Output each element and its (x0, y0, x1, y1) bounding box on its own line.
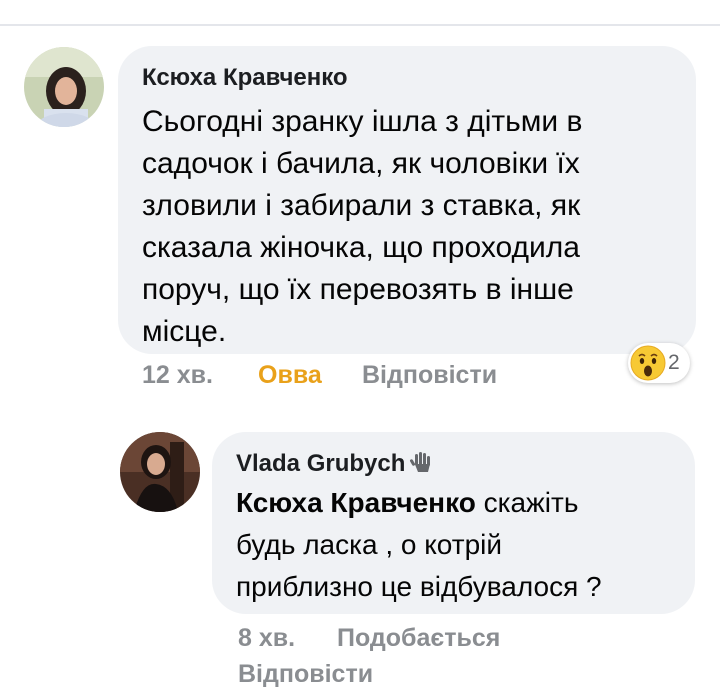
reply-author[interactable]: Vlada Grubych (236, 450, 433, 481)
comment-text-line: місце. (142, 315, 227, 348)
comment-text-line: поруч, що їх перевозять в інше (142, 273, 574, 306)
comment-text: Сьогодні зранку ішла з дітьми в садочок … (142, 101, 582, 353)
wow-emoji-icon (630, 345, 666, 386)
mention-link[interactable]: Ксюха Кравченко (236, 487, 476, 518)
comment-text-line: садочок і бачила, як чоловіки їх (142, 147, 580, 180)
avatar[interactable] (120, 432, 200, 512)
reply-bubble: Vlada Grubych Ксюха Кравченко скажіть бу… (212, 432, 695, 614)
reply-timestamp: 8 хв. (238, 624, 296, 652)
reply-text-line: будь ласка , о котрій (236, 529, 503, 560)
comment-author[interactable]: Ксюха Кравченко (142, 64, 348, 92)
reply-button[interactable]: Відповісти (238, 660, 373, 689)
comment-text-line: зловили і забирали з ставка, як (142, 189, 581, 222)
hand-wave-icon (409, 450, 433, 481)
avatar[interactable] (24, 47, 104, 127)
reply-author-name[interactable]: Vlada Grubych (236, 450, 405, 477)
reply-text-fragment: скажіть (475, 487, 579, 518)
wow-reaction-button[interactable]: Овва (258, 361, 322, 390)
reply-text: Ксюха Кравченко скажіть будь ласка , о к… (236, 482, 602, 608)
like-button[interactable]: Подобається (337, 624, 500, 653)
comment-timestamp: 12 хв. (142, 361, 213, 389)
comment-text-line: сказала жіночка, що проходила (142, 231, 580, 264)
reaction-summary[interactable]: 2 (628, 343, 690, 383)
top-divider (0, 24, 720, 26)
reply-text-line: приблизно це відбувалося ? (236, 571, 602, 602)
reply-text-line: Ксюха Кравченко скажіть (236, 482, 602, 524)
comment-text-line: Сьогодні зранку ішла з дітьми в (142, 105, 583, 138)
reaction-count: 2 (668, 351, 680, 374)
reply-button[interactable]: Відповісти (362, 361, 497, 390)
comment-bubble: Ксюха Кравченко Сьогодні зранку ішла з д… (118, 46, 696, 354)
